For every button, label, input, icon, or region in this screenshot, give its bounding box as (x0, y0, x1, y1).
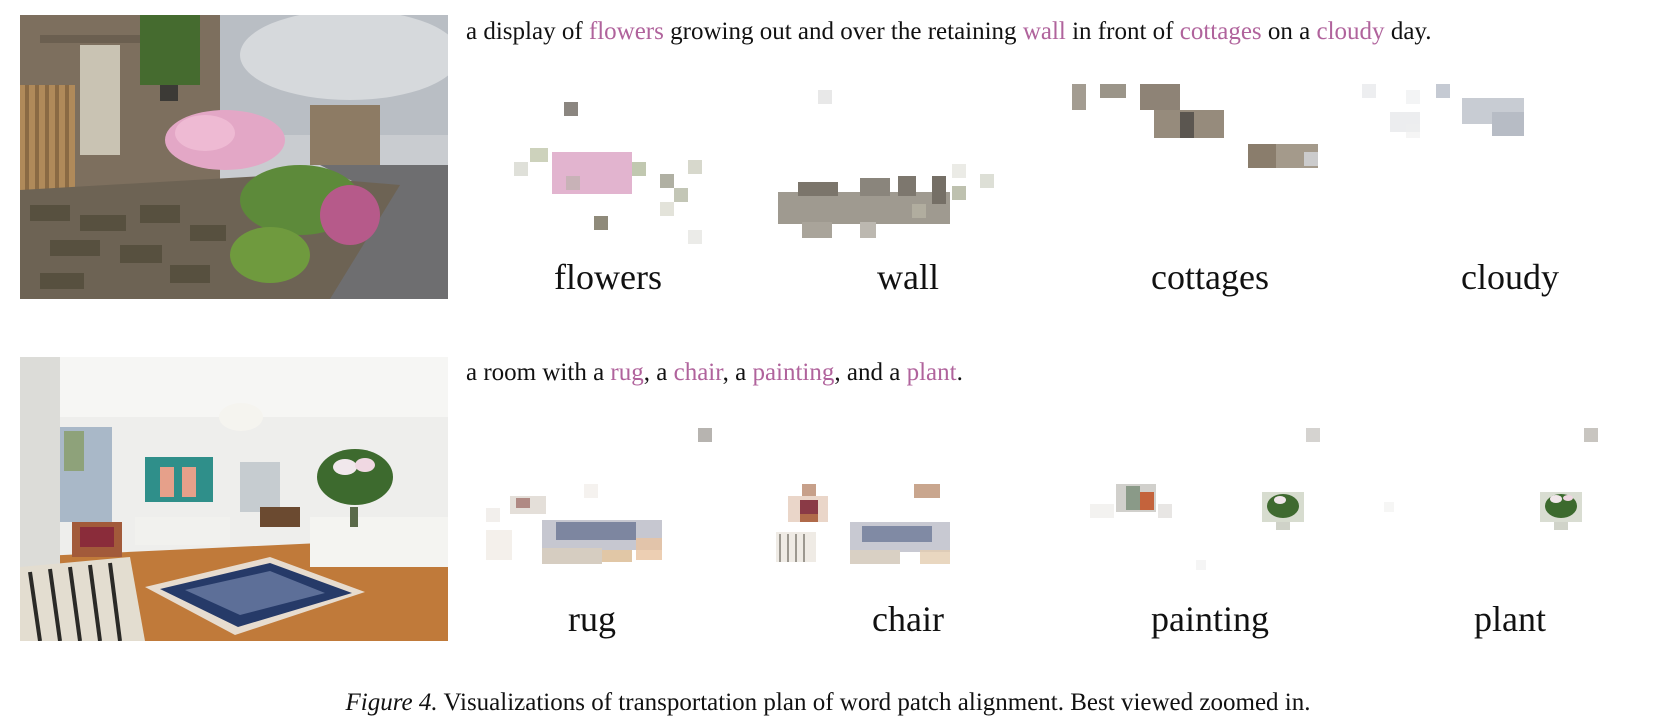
row2-caption-text: . (956, 359, 963, 386)
word-label-chair: chair (872, 599, 944, 639)
row1-caption-text: in front of (1065, 18, 1180, 45)
room-photo-graphic (20, 357, 448, 641)
patch-map-flowers-graphic (514, 102, 702, 244)
word-label-cloudy: cloudy (1461, 257, 1559, 297)
patch-map-painting (1066, 422, 1346, 592)
word-label-flowers: flowers (554, 257, 662, 297)
row1-caption-text: growing out and over the retaining (663, 18, 1023, 45)
row1-caption-text: a display of (466, 18, 589, 45)
patch-map-flowers (496, 82, 776, 252)
patch-map-wall-graphic (778, 90, 994, 238)
patch-map-rug-graphic (486, 428, 712, 564)
word-label-wall: wall (877, 257, 939, 297)
figure-number: Figure 4. (345, 689, 438, 716)
figure-caption-text: Visualizations of transportation plan of… (437, 689, 1311, 716)
row1-caption-text: day. (1384, 18, 1432, 45)
patch-map-painting-graphic (1090, 428, 1320, 570)
row1-caption-keyword: cloudy (1316, 18, 1385, 45)
word-label-rug: rug (568, 599, 616, 639)
word-label-cottages: cottages (1151, 257, 1269, 297)
patch-map-chair-graphic (776, 484, 950, 564)
row2-caption-text: , and a (834, 359, 907, 386)
patch-map-cottages-graphic (1072, 84, 1318, 168)
row2-caption-text: a room with a (466, 359, 611, 386)
word-label-plant: plant (1474, 599, 1546, 639)
street-photo (20, 15, 448, 299)
row2-caption: a room with a rug, a chair, a painting, … (466, 359, 963, 387)
row2-caption-text: , a (722, 359, 753, 386)
row1-caption-keyword: cottages (1179, 18, 1262, 45)
patch-map-cloudy-graphic (1362, 84, 1524, 138)
row2-caption-keyword: rug (610, 359, 644, 386)
row1-caption-keyword: wall (1022, 18, 1066, 45)
room-photo (20, 357, 448, 641)
figure-caption: Figure 4. Visualizations of transportati… (0, 689, 1656, 717)
street-photo-graphic (20, 15, 448, 299)
row2-caption-keyword: plant (906, 359, 957, 386)
row1-caption-keyword: flowers (588, 18, 664, 45)
row2-caption-keyword: painting (752, 359, 835, 386)
word-label-painting: painting (1151, 599, 1269, 639)
row1-caption: a display of flowers growing out and ove… (466, 18, 1432, 46)
row2-caption-text: , a (643, 359, 674, 386)
patch-map-wall (772, 82, 1052, 252)
patch-map-rug (480, 422, 760, 592)
patch-map-chair (770, 422, 1050, 592)
patch-map-cloudy (1346, 82, 1626, 252)
row1-caption-text: on a (1261, 18, 1317, 45)
patch-map-plant-graphic (1384, 428, 1598, 530)
patch-map-cottages (1070, 82, 1350, 252)
row2-caption-keyword: chair (673, 359, 723, 386)
patch-map-plant (1344, 422, 1624, 592)
